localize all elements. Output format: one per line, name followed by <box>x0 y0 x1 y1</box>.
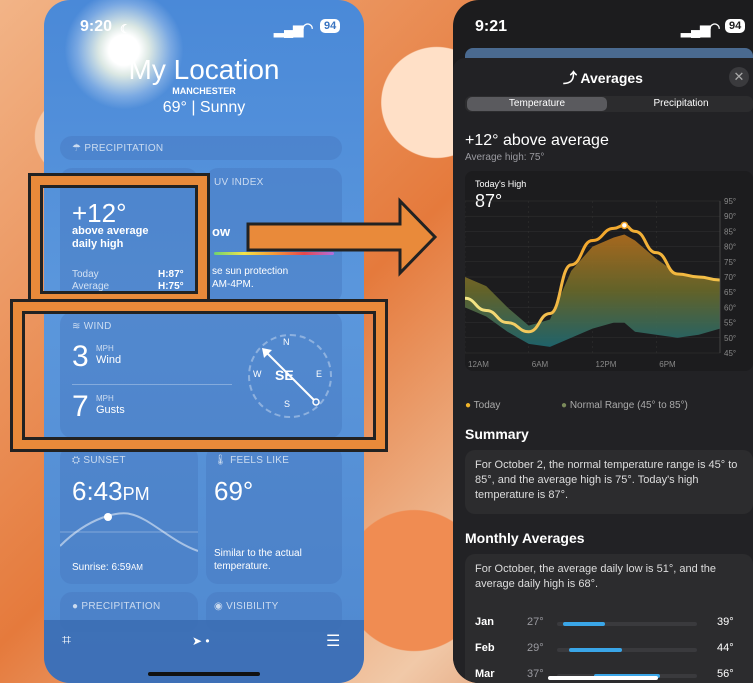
current-conditions: 69° | Sunny <box>162 99 246 116</box>
month-row: Mar 37° 56° <box>465 664 753 683</box>
y-tick-label: 75° <box>724 258 736 267</box>
month-low: 27° <box>527 616 544 628</box>
dnd-icon: ☾ <box>120 22 131 36</box>
month-high: 39° <box>717 616 734 628</box>
feels-text: Similar to the actual <box>214 548 302 559</box>
x-tick-label: 6PM <box>659 360 676 369</box>
month-name: Feb <box>475 642 495 654</box>
chart-container: Today's High 87° 95° 90° 85° 80° 75° 70° 65° 60… <box>465 171 753 371</box>
highlight-box-averages <box>31 176 207 303</box>
sunrise-ampm: AM <box>130 563 143 572</box>
arrow-graphic <box>246 197 438 277</box>
month-name: Mar <box>475 668 495 680</box>
wifi-icon-right: ◠ <box>709 20 721 35</box>
today-high-marker <box>620 221 629 230</box>
y-tick-label: 90° <box>724 212 736 221</box>
sunrise-time: Sunrise: 6:59 <box>72 562 131 573</box>
month-name: Jan <box>475 616 494 628</box>
sheet: ⤴ Averages ✕ Temperature Precipitation +… <box>453 58 753 683</box>
x-tick-label: 6AM <box>532 360 549 369</box>
y-tick-label: 60° <box>724 303 736 312</box>
status-time: 9:20 <box>80 18 113 35</box>
home-indicator-right <box>548 676 658 680</box>
y-tick-label: 85° <box>724 227 736 236</box>
month-row: Jan 27° 39° <box>465 612 753 632</box>
subhead: Average high: 75° <box>465 152 545 163</box>
feels-header: FEELS LIKE <box>230 455 290 466</box>
y-tick-label: 45° <box>724 349 736 358</box>
location-title: My Location <box>128 54 280 85</box>
precip2-header: PRECIPITATION <box>81 601 161 612</box>
month-row: Feb 29° 44° <box>465 638 753 658</box>
y-tick-label: 50° <box>724 334 736 343</box>
summary-text: For October 2, the normal temperature ra… <box>475 459 738 501</box>
monthly-title: Monthly Averages <box>465 530 585 546</box>
headline: +12° above average <box>465 132 609 149</box>
sheet-title: Averages <box>580 70 643 86</box>
status-time-right: 9:21 <box>475 18 508 35</box>
month-high: 44° <box>717 642 734 654</box>
monthly-text: For October, the average daily low is 51… <box>475 563 717 590</box>
sunset-ampm: PM <box>122 484 150 504</box>
wifi-icon: ◠ <box>302 20 314 35</box>
x-tick-label: 12PM <box>596 360 617 369</box>
map-icon[interactable]: ⌗ <box>62 632 71 650</box>
sunset-time: 6:43 <box>72 476 123 506</box>
legend-normal-dot: ● <box>561 400 570 411</box>
feels-value: 69° <box>214 476 254 506</box>
y-tick-label: 55° <box>724 319 736 328</box>
list-icon[interactable]: ☰ <box>326 631 340 651</box>
feels-like-card[interactable]: 🌡 FEELS LIKE 69° Similar to the actual t… <box>206 446 342 584</box>
normal-range-band <box>465 234 720 347</box>
signal-icon-right: ▂▄▆ <box>681 22 711 37</box>
y-tick-label: 70° <box>724 273 736 282</box>
month-range-bar <box>569 648 622 652</box>
uv-header: UV INDEX <box>214 177 264 188</box>
y-tick-label: 80° <box>724 243 736 252</box>
home-indicator <box>148 672 260 676</box>
y-tick-label: 65° <box>724 288 736 297</box>
y-tick-label: 95° <box>724 197 736 206</box>
battery-icon: 94 <box>320 19 341 33</box>
summary-card: For October 2, the normal temperature ra… <box>465 450 753 514</box>
tab-precipitation[interactable]: Precipitation <box>611 97 751 111</box>
month-low: 29° <box>527 642 544 654</box>
city-label: MANCHESTER <box>172 86 236 96</box>
close-button[interactable]: ✕ <box>729 67 749 87</box>
bottom-toolbar: ⌗ ➤ • ☰ <box>44 620 364 683</box>
tab-temperature[interactable]: Temperature <box>467 97 607 111</box>
battery-icon-right: 94 <box>725 19 746 33</box>
sun-path-graph <box>60 512 198 552</box>
visibility-header: VISIBILITY <box>226 601 279 612</box>
sunset-card[interactable]: ⛭ SUNSET 6:43PM Sunrise: 6:59AM <box>60 446 198 584</box>
signal-icon: ▂▄▆ <box>274 22 304 37</box>
legend-normal: Normal Range (45° to 85°) <box>569 400 688 411</box>
month-range-bar <box>563 622 606 626</box>
monthly-card: For October, the average daily low is 51… <box>465 554 753 683</box>
summary-title: Summary <box>465 426 529 442</box>
highlight-box-wind <box>13 302 385 449</box>
temperature-chart: 95° 90° 85° 80° 75° 70° 65° 60° 55° 50° 45° 12AM 6AM… <box>465 197 736 369</box>
segmented-control: Temperature Precipitation <box>465 96 753 112</box>
legend-today: Today <box>473 400 501 411</box>
feels-text2: temperature. <box>214 561 271 572</box>
location-dot-icon[interactable]: ➤ • <box>192 634 210 648</box>
month-high: 56° <box>717 668 734 680</box>
x-tick-label: 12AM <box>468 360 489 369</box>
sunset-header: SUNSET <box>83 455 126 466</box>
precipitation-card[interactable]: ☂ PRECIPITATION <box>60 136 342 160</box>
uv-level: ow <box>212 224 231 239</box>
precipitation-header: PRECIPITATION <box>84 143 164 154</box>
month-low: 37° <box>527 668 544 680</box>
averages-icon: ⤴ <box>563 70 581 86</box>
averages-detail-screen: 9:21 ▂▄▆ ◠ 94 ⤴ Averages ✕ Temperature P… <box>453 0 753 683</box>
uv-text2: AM-4PM. <box>212 279 254 290</box>
legend-today-dot: ● <box>465 400 474 411</box>
